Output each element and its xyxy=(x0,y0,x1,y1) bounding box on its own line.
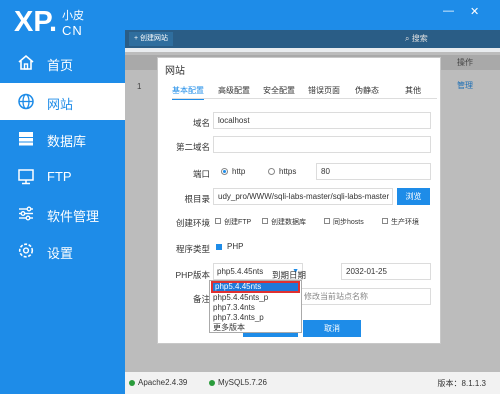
logo: XP. 小皮 CN xyxy=(14,4,84,44)
php-option[interactable]: php7.3.4nts xyxy=(211,303,300,313)
create-website-button[interactable]: + 创建网站 xyxy=(129,32,174,46)
running-dot-icon xyxy=(209,379,215,386)
nav-item-website[interactable]: 网站 xyxy=(0,83,125,120)
cancel-button[interactable]: 取消 xyxy=(303,320,361,337)
domain-input[interactable]: localhost xyxy=(213,112,431,129)
monitor-icon xyxy=(18,169,34,185)
tab-security[interactable]: 安全配置 xyxy=(263,85,295,96)
browse-button[interactable]: 浏览 xyxy=(397,188,430,205)
nav-label-settings: 设置 xyxy=(47,246,74,261)
logo-cn-bottom: CN xyxy=(62,23,83,38)
php-option[interactable]: 更多版本 xyxy=(211,323,300,333)
php-version-dropdown: php5.4.45nts php5.4.45nts_p php7.3.4nts … xyxy=(209,280,302,333)
php-version-label: PHP版本 xyxy=(175,270,210,280)
tab-basic[interactable]: 基本配置 xyxy=(172,85,204,100)
toolbar: + 创建网站 ⌕ 搜索 xyxy=(125,30,500,48)
program-type-label: 程序类型 xyxy=(175,244,210,254)
apache-status: Apache2.4.39 xyxy=(129,378,187,387)
tab-rewrite[interactable]: 伪静态 xyxy=(355,85,379,96)
manage-button[interactable]: 管理 xyxy=(457,80,473,91)
nav-label-website: 网站 xyxy=(47,97,74,112)
php-option[interactable]: php5.4.45nts xyxy=(211,281,300,293)
tab-other[interactable]: 其他 xyxy=(405,85,421,96)
home-icon xyxy=(18,54,34,70)
globe-icon xyxy=(18,93,34,110)
title-bar: — ✕ xyxy=(125,0,500,30)
nav-label-software: 软件管理 xyxy=(47,209,100,224)
root-dir-input[interactable]: udy_pro/WWW/sqli-labs-master/sqli-labs-m… xyxy=(213,188,393,205)
row-number: 1 xyxy=(137,82,142,91)
column-operation: 操作 xyxy=(457,58,473,67)
search-icon: ⌕ xyxy=(405,34,410,43)
nav-item-database[interactable]: 数据库 xyxy=(0,120,125,157)
nav-item-home[interactable]: 首页 xyxy=(0,44,125,81)
nav-label-ftp: FTP xyxy=(47,169,72,184)
php-option[interactable]: php7.3.4nts_p xyxy=(211,313,300,323)
logo-text: XP. xyxy=(14,6,58,38)
php-checkbox-label: PHP xyxy=(227,242,244,251)
mysql-status: MySQL5.7.26 xyxy=(209,378,267,387)
search-input[interactable]: ⌕ 搜索 xyxy=(405,33,428,44)
second-domain-label: 第二域名 xyxy=(175,142,210,152)
port-label: 端口 xyxy=(192,169,210,179)
tab-advanced[interactable]: 高级配置 xyxy=(218,85,250,96)
note-label: 备注 xyxy=(192,294,210,304)
env-label: 创建环境 xyxy=(175,218,210,228)
status-bar: Apache2.4.39 MySQL5.7.26 版本：8.1.1.3 xyxy=(125,372,500,394)
nav-label-home: 首页 xyxy=(47,58,74,73)
nav-label-database: 数据库 xyxy=(47,134,87,149)
create-ftp-checkbox[interactable] xyxy=(215,218,221,224)
nav-item-settings[interactable]: 设置 xyxy=(0,232,125,269)
search-placeholder: 搜索 xyxy=(411,34,428,43)
https-radio[interactable] xyxy=(268,168,275,175)
running-dot-icon xyxy=(129,379,135,386)
sync-hosts-checkbox[interactable] xyxy=(324,218,330,224)
sliders-icon xyxy=(19,206,33,221)
production-checkbox[interactable] xyxy=(382,218,388,224)
dialog-tabs: 基本配置 高级配置 安全配置 错误页面 伪静态 其他 xyxy=(172,84,437,100)
create-ftp-label: 创建FTP xyxy=(224,219,252,226)
create-db-checkbox[interactable] xyxy=(262,218,268,224)
logo-cn-top: 小皮 xyxy=(62,10,85,22)
nav-item-software[interactable]: 软件管理 xyxy=(0,195,125,232)
version-label: 版本：8.1.1.3 xyxy=(437,379,486,388)
domain-label: 域名 xyxy=(192,118,210,128)
database-icon xyxy=(19,132,33,146)
second-domain-input[interactable] xyxy=(213,136,431,153)
dialog-title: 网站 xyxy=(165,66,185,77)
php-option[interactable]: php5.4.45nts_p xyxy=(211,293,300,303)
sync-hosts-label: 同步hosts xyxy=(333,219,364,226)
http-radio-label: http xyxy=(232,167,246,176)
http-radio[interactable] xyxy=(221,168,228,175)
port-input[interactable]: 80 xyxy=(316,163,431,180)
nav-item-ftp[interactable]: FTP xyxy=(0,158,125,195)
php-checkbox[interactable] xyxy=(216,244,222,250)
close-button[interactable]: ✕ xyxy=(470,5,479,18)
sidebar: XP. 小皮 CN 首页 网站 数据库 FTP 软件管理 设置 xyxy=(0,0,125,394)
production-label: 生产环境 xyxy=(391,219,419,226)
expire-date-input[interactable]: 2032-01-25 xyxy=(341,263,431,280)
minimize-button[interactable]: — xyxy=(443,5,454,17)
create-db-label: 创建数据库 xyxy=(271,219,306,226)
https-radio-label: https xyxy=(279,167,297,176)
root-dir-label: 根目录 xyxy=(184,194,210,204)
gear-icon xyxy=(18,243,34,258)
tab-error-pages[interactable]: 错误页面 xyxy=(308,85,340,96)
